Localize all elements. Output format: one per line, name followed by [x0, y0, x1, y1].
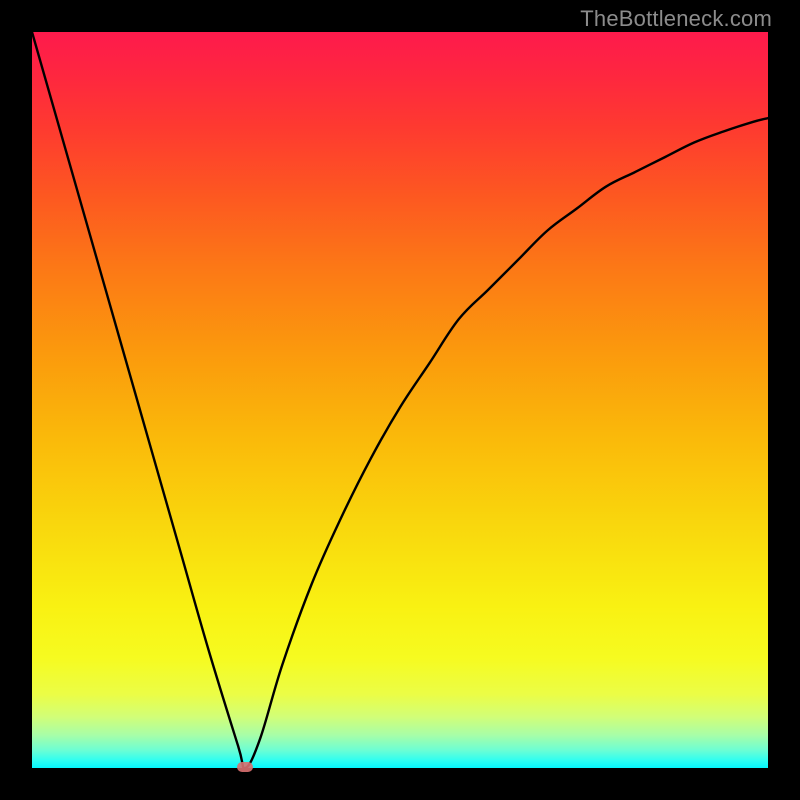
bottleneck-curve [32, 32, 768, 768]
watermark-text: TheBottleneck.com [580, 6, 772, 32]
chart-frame: TheBottleneck.com [0, 0, 800, 800]
curve-minimum-marker [237, 762, 253, 772]
plot-area [32, 32, 768, 768]
